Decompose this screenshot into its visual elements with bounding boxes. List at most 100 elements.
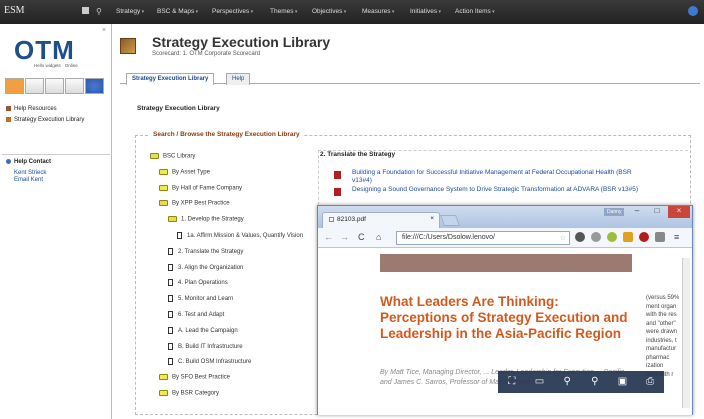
document-icon bbox=[168, 326, 173, 334]
tree-node-label: 4. Plan Operations bbox=[178, 280, 228, 287]
section-label: Strategy Execution Library bbox=[137, 105, 220, 112]
folder-icon bbox=[159, 390, 168, 396]
tree-node[interactable]: B. Build IT Infrastructure bbox=[168, 342, 243, 350]
tree-node[interactable]: C. Build OSM Infrastructure bbox=[168, 358, 251, 365]
side-text-line: pharmac bbox=[646, 354, 670, 361]
close-icon[interactable]: × bbox=[102, 27, 106, 34]
menu-objectives[interactable]: Objectives bbox=[312, 8, 346, 15]
close-tab-icon[interactable]: × bbox=[430, 215, 434, 222]
otm-logo: OTM bbox=[14, 35, 75, 65]
search-icon[interactable] bbox=[65, 78, 84, 94]
menu-strategy[interactable]: Strategy bbox=[116, 8, 144, 15]
tree-node-label: 5. Monitor and Learn bbox=[178, 296, 234, 303]
tab-help[interactable]: Help bbox=[226, 73, 251, 85]
folder-icon bbox=[159, 184, 168, 191]
tree-node[interactable]: 5. Monitor and Learn bbox=[168, 295, 233, 302]
zoom-in-icon[interactable]: ⚲ bbox=[588, 375, 602, 389]
contact-name[interactable]: Kent Strieck bbox=[14, 170, 46, 177]
extension-icon[interactable] bbox=[575, 232, 585, 242]
side-text-line: ment organ bbox=[646, 303, 677, 310]
print-icon[interactable]: ⎙ bbox=[643, 375, 657, 389]
side-text-line: with the res bbox=[646, 312, 677, 318]
tree-node-label: A. Lead the Campaign bbox=[178, 327, 238, 334]
tree-node-label: 1. Develop the Strategy bbox=[181, 216, 244, 223]
menu-action-items[interactable]: Action Items bbox=[455, 8, 495, 15]
extension-icon[interactable] bbox=[607, 232, 617, 242]
side-text-line: manufactur bbox=[646, 346, 677, 352]
star-icon[interactable]: ☆ bbox=[560, 234, 566, 242]
home-icon[interactable] bbox=[5, 78, 24, 94]
result-link[interactable]: Designing a Sound Governance System to D… bbox=[334, 186, 652, 196]
result-link[interactable]: Building a Foundation for Successful Ini… bbox=[334, 169, 652, 185]
esm-logo[interactable]: ESM bbox=[4, 5, 25, 16]
menu-themes[interactable]: Themes bbox=[270, 8, 297, 15]
tree-node-label: By XPP Best Practice bbox=[172, 200, 230, 207]
folder-icon bbox=[150, 153, 159, 159]
window-icon[interactable] bbox=[25, 78, 44, 94]
zoom-out-icon[interactable]: ⚲ bbox=[560, 375, 574, 389]
contact-email-link[interactable]: Email Kent bbox=[14, 177, 43, 184]
scrollbar[interactable] bbox=[682, 258, 690, 408]
tree-node[interactable]: By Asset Type bbox=[159, 168, 210, 175]
forward-icon[interactable]: → bbox=[340, 232, 349, 242]
sidebar-item-strategy-library[interactable]: Strategy Execution Library bbox=[6, 117, 98, 124]
tree-node[interactable]: 2. Translate the Strategy bbox=[168, 247, 244, 255]
header-band bbox=[380, 254, 632, 272]
folder-icon bbox=[168, 216, 177, 223]
tree-node-label: By BSR Category bbox=[172, 390, 220, 397]
tree-node[interactable]: 3. Align the Organization bbox=[168, 263, 243, 271]
extension-icon[interactable] bbox=[639, 232, 649, 242]
url-input[interactable]: file:///C:/Users/Dsolow.lenovo/☆ bbox=[396, 231, 570, 245]
user-icon[interactable]: ⚲ bbox=[96, 7, 102, 16]
print-icon[interactable] bbox=[45, 78, 64, 94]
tree-node-label: B. Build IT Infrastructure bbox=[178, 343, 243, 350]
tree-node[interactable]: By SFO Best Practice bbox=[159, 374, 230, 381]
tree-node[interactable]: A. Lead the Campaign bbox=[168, 326, 238, 334]
close-window-icon[interactable]: × bbox=[668, 206, 690, 218]
tree-node-label: 6. Test and Adapt bbox=[178, 312, 225, 319]
menu-icon[interactable]: ≡ bbox=[674, 232, 679, 242]
info-icon bbox=[6, 159, 11, 164]
book-icon bbox=[6, 106, 11, 111]
tree-node-label: BSC Library bbox=[163, 153, 196, 160]
tree-node[interactable]: By Hall of Fame Company bbox=[159, 184, 242, 191]
menu-initiatives[interactable]: Initiatives bbox=[410, 8, 441, 15]
save-icon[interactable]: ▣ bbox=[615, 375, 629, 389]
sidebar-toolbar bbox=[5, 78, 107, 94]
minimize-icon[interactable]: – bbox=[628, 206, 646, 218]
document-icon bbox=[168, 263, 173, 271]
results-heading: 2. Translate the Strategy bbox=[320, 151, 396, 158]
reload-icon[interactable]: C bbox=[358, 232, 365, 242]
home-icon[interactable]: ⌂ bbox=[376, 232, 381, 242]
pdf-browser-window: 82103.pdf × Danny – □ × ← → C ⌂ file:///C… bbox=[317, 205, 693, 415]
pdf-document: What Leaders Are Thinking: Perceptions o… bbox=[318, 248, 692, 415]
tree-node[interactable]: 1. Develop the Strategy bbox=[168, 216, 244, 223]
tree-node[interactable]: By BSR Category bbox=[159, 390, 219, 397]
fit-width-icon[interactable]: ▭ bbox=[532, 375, 546, 389]
extension-icon[interactable] bbox=[591, 232, 601, 242]
tree-node-label: C. Build OSM Infrastructure bbox=[178, 359, 252, 366]
flag-icon[interactable] bbox=[82, 7, 89, 14]
tree-node[interactable]: 6. Test and Adapt bbox=[168, 311, 224, 318]
browser-tab[interactable]: 82103.pdf × bbox=[322, 212, 440, 228]
extension-icon[interactable] bbox=[655, 232, 665, 242]
back-icon[interactable]: ← bbox=[324, 232, 333, 242]
tree-node-label: 2. Translate the Strategy bbox=[178, 248, 244, 255]
document-icon bbox=[177, 232, 182, 239]
user-profile-label[interactable]: Danny bbox=[604, 208, 625, 216]
tree-node[interactable]: By XPP Best Practice bbox=[159, 200, 230, 207]
tab-strategy-library[interactable]: Strategy Execution Library bbox=[126, 73, 215, 85]
menu-bsc-maps[interactable]: BSC & Maps bbox=[157, 8, 198, 15]
tree-node[interactable]: BSC Library bbox=[150, 153, 195, 160]
tree-node[interactable]: 1a. Affirm Mission & Values, Quantify Vi… bbox=[177, 232, 307, 239]
maximize-icon[interactable]: □ bbox=[648, 206, 666, 218]
document-icon bbox=[329, 216, 334, 222]
fit-page-icon[interactable]: ⛶ bbox=[505, 375, 519, 389]
sidebar-item-help-resources[interactable]: Help Resources bbox=[6, 106, 57, 113]
refresh-icon[interactable] bbox=[688, 6, 698, 16]
tree-node[interactable]: 4. Plan Operations bbox=[168, 279, 228, 286]
menu-perspectives[interactable]: Perspectives bbox=[212, 8, 253, 15]
menu-measures[interactable]: Measures bbox=[362, 8, 394, 15]
extension-icon[interactable] bbox=[623, 232, 633, 242]
help-icon[interactable] bbox=[85, 78, 104, 94]
